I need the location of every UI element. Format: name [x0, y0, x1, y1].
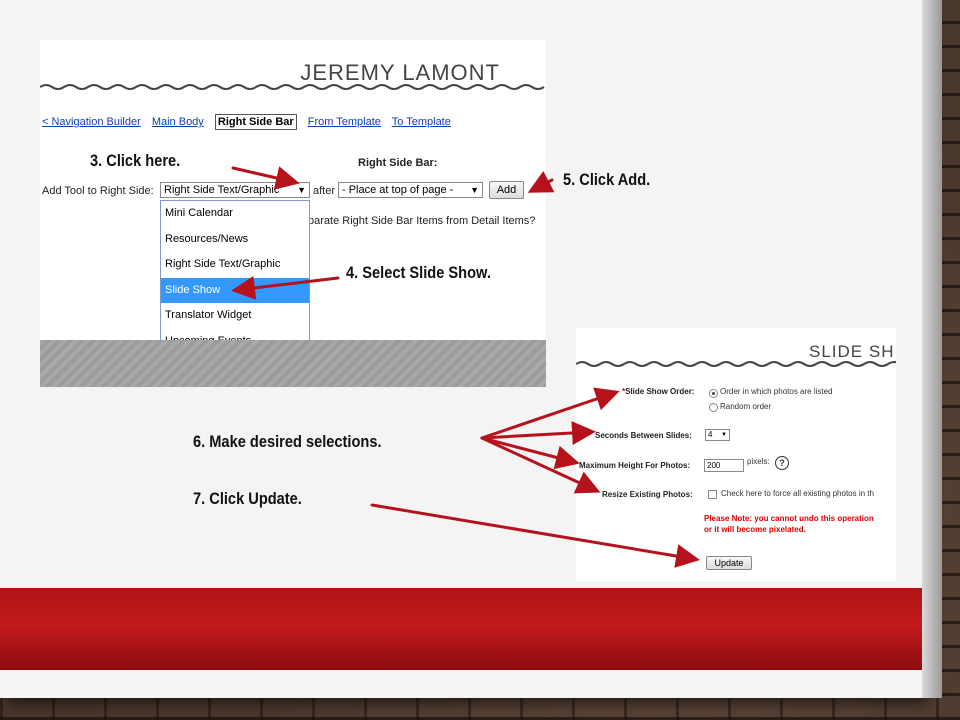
- footer-pattern: [40, 340, 546, 387]
- warning-line-1: Please Note: you cannot undo this operat…: [704, 514, 874, 523]
- step-6-label: 6. Make desired selections.: [193, 432, 382, 451]
- tool-dropdown-list[interactable]: Mini Calendar Resources/News Right Side …: [160, 200, 310, 353]
- slide-show-order-label: *Slide Show Order:: [622, 387, 695, 396]
- chevron-down-icon: ▼: [297, 185, 306, 195]
- position-select[interactable]: - Place at top of page - ▼: [338, 182, 483, 198]
- pixelation-warning: Please Note: you cannot undo this operat…: [704, 513, 874, 535]
- tab-navigation-builder[interactable]: < Navigation Builder: [42, 116, 141, 128]
- navigation-builder-screenshot: JEREMY LAMONT < Navigation Builder Main …: [40, 40, 546, 387]
- seconds-select[interactable]: 4 ▼: [705, 429, 730, 441]
- dropdown-option-mini-calendar[interactable]: Mini Calendar: [161, 201, 309, 227]
- chevron-down-icon: ▼: [721, 432, 727, 438]
- tool-select-value: Right Side Text/Graphic: [164, 184, 280, 196]
- order-listed-label: Order in which photos are listed: [720, 387, 833, 396]
- order-random-radio[interactable]: [709, 403, 718, 412]
- max-height-input[interactable]: 200: [704, 459, 744, 472]
- step-3-label: 3. Click here.: [90, 151, 181, 170]
- step-5-label: 5. Click Add.: [563, 170, 651, 189]
- add-button[interactable]: Add: [489, 181, 524, 199]
- red-footer-band: [0, 588, 922, 670]
- step-4-label: 4. Select Slide Show.: [346, 263, 491, 282]
- tool-select[interactable]: Right Side Text/Graphic ▼: [160, 182, 310, 198]
- pixels-label: pixels:: [747, 457, 770, 466]
- update-button[interactable]: Update: [706, 556, 752, 570]
- warning-line-2: or it will become pixelated.: [704, 525, 806, 534]
- tab-right-side-bar[interactable]: Right Side Bar: [214, 114, 297, 130]
- resize-existing-label: Resize Existing Photos:: [602, 490, 693, 499]
- slide-show-title: SLIDE SH: [809, 342, 895, 361]
- resize-checkbox[interactable]: [708, 490, 717, 499]
- order-random-label: Random order: [720, 402, 772, 411]
- dropdown-option-translator-widget[interactable]: Translator Widget: [161, 303, 309, 329]
- after-label: after: [313, 185, 336, 197]
- resize-description: Check here to force all existing photos …: [721, 489, 874, 498]
- max-height-label: Maximum Height For Photos:: [579, 461, 691, 470]
- chevron-down-icon: ▼: [470, 185, 479, 195]
- wavy-divider: [576, 361, 896, 367]
- wavy-divider-top: [40, 84, 545, 90]
- step-7-label: 7. Click Update.: [193, 489, 302, 508]
- dropdown-option-right-side-text[interactable]: Right Side Text/Graphic: [161, 252, 309, 278]
- slide-edge: [922, 0, 942, 698]
- tab-from-template[interactable]: From Template: [308, 116, 381, 128]
- slide-show-settings-screenshot: SLIDE SH *Slide Show Order: Order in whi…: [576, 328, 896, 581]
- seconds-between-slides-label: Seconds Between Slides:: [595, 431, 692, 440]
- dropdown-option-resources-news[interactable]: Resources/News: [161, 227, 309, 253]
- dropdown-option-slide-show[interactable]: Slide Show: [161, 277, 309, 303]
- section-title: Right Side Bar:: [358, 157, 438, 169]
- help-icon[interactable]: ?: [775, 456, 789, 470]
- tab-to-template[interactable]: To Template: [392, 116, 451, 128]
- add-tool-label: Add Tool to Right Side:: [42, 185, 154, 197]
- builder-tabs: < Navigation Builder Main Body Right Sid…: [42, 114, 459, 130]
- order-listed-radio[interactable]: [709, 389, 718, 398]
- seconds-select-value: 4: [708, 430, 713, 439]
- tab-main-body[interactable]: Main Body: [152, 116, 204, 128]
- position-select-value: - Place at top of page -: [342, 184, 454, 196]
- separate-items-label: parate Right Side Bar Items from Detail …: [308, 215, 536, 227]
